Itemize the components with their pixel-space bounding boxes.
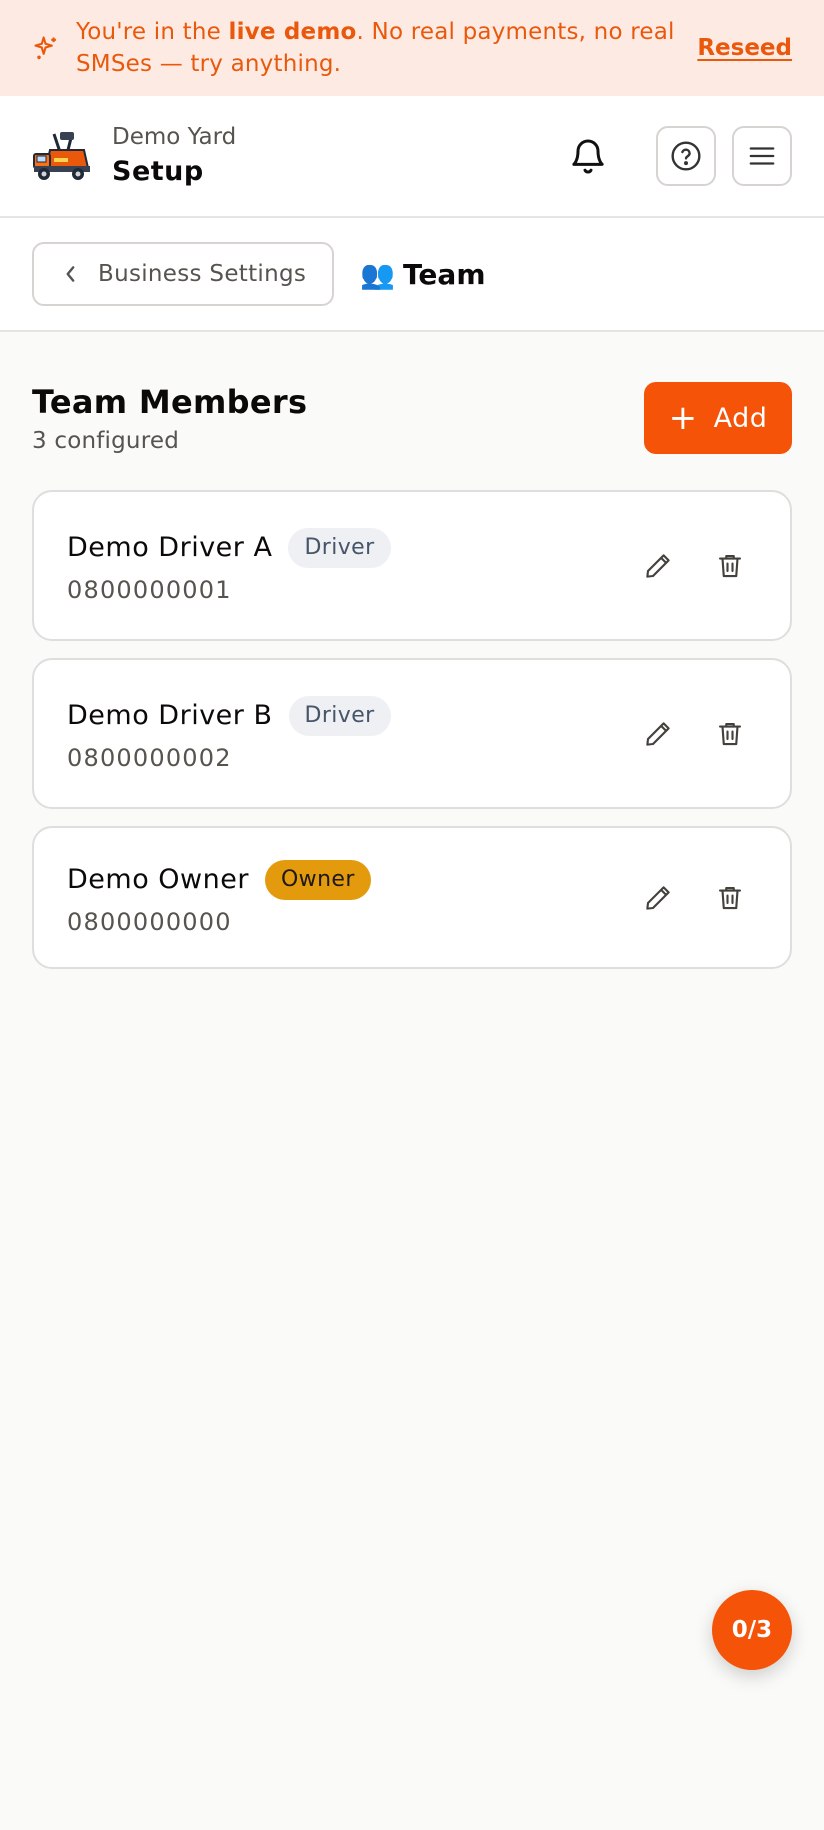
app-header: Demo Yard Setup — [0, 96, 824, 218]
add-label: Add — [713, 402, 768, 434]
role-badge: Driver — [288, 527, 391, 568]
help-icon — [671, 141, 701, 171]
team-member-card: Demo Owner Owner 0800000000 — [32, 826, 792, 969]
demo-banner-message: You're in the live demo. No real payment… — [76, 19, 675, 77]
page-title: Setup — [112, 156, 204, 187]
trash-icon — [718, 554, 742, 577]
bell-icon[interactable] — [568, 134, 608, 178]
demo-banner: You're in the live demo. No real payment… — [0, 0, 824, 96]
member-name: Demo Driver B — [67, 700, 273, 731]
edit-member-button[interactable] — [638, 878, 678, 918]
role-badge: Owner — [264, 859, 371, 900]
team-list-header: Team Members 3 configured + Add — [32, 382, 792, 454]
member-phone: 0800000001 — [67, 575, 232, 604]
member-name: Demo Owner — [67, 864, 249, 895]
chevron-left-icon — [66, 266, 75, 282]
brand-block: Demo Yard Setup — [112, 121, 568, 191]
team-member-card: Demo Driver B Driver 0800000002 — [32, 658, 792, 809]
logo-truck-icon — [33, 132, 90, 180]
trash-icon — [718, 886, 742, 909]
menu-icon — [749, 147, 775, 165]
help-button[interactable] — [656, 126, 716, 186]
trash-icon — [718, 722, 742, 745]
team-member-card: Demo Driver A Driver 0800000001 — [32, 490, 792, 641]
main-content: Team Members 3 configured + Add Demo Dri… — [0, 332, 824, 969]
team-count: 3 configured — [32, 428, 180, 454]
section-title: 👥 Team — [360, 258, 485, 291]
sparkles-icon — [34, 36, 56, 60]
back-label: Business Settings — [98, 261, 307, 287]
setup-progress-button[interactable]: 0/3 — [712, 1590, 792, 1670]
team-heading: Team Members — [32, 383, 308, 421]
plus-icon: + — [668, 398, 698, 438]
delete-member-button[interactable] — [710, 714, 750, 754]
reseed-link[interactable]: Reseed — [697, 32, 792, 64]
edit-member-button[interactable] — [638, 546, 678, 586]
edit-member-button[interactable] — [638, 714, 678, 754]
back-to-business-settings-button[interactable]: Business Settings — [32, 242, 335, 306]
role-badge: Driver — [288, 695, 391, 736]
delete-member-button[interactable] — [710, 878, 750, 918]
pencil-icon — [646, 885, 670, 910]
pencil-icon — [646, 721, 670, 746]
menu-button[interactable] — [732, 126, 792, 186]
sub-navigation: Business Settings 👥 Team — [0, 218, 824, 332]
delete-member-button[interactable] — [710, 546, 750, 586]
member-name: Demo Driver A — [67, 532, 273, 563]
business-name: Demo Yard — [112, 124, 237, 150]
add-member-button[interactable]: + Add — [644, 382, 792, 454]
pencil-icon — [646, 553, 670, 578]
team-emoji-icon: 👥 — [360, 257, 396, 291]
section-title-label: Team — [403, 257, 486, 291]
member-phone: 0800000000 — [67, 907, 232, 936]
member-phone: 0800000002 — [67, 743, 232, 772]
